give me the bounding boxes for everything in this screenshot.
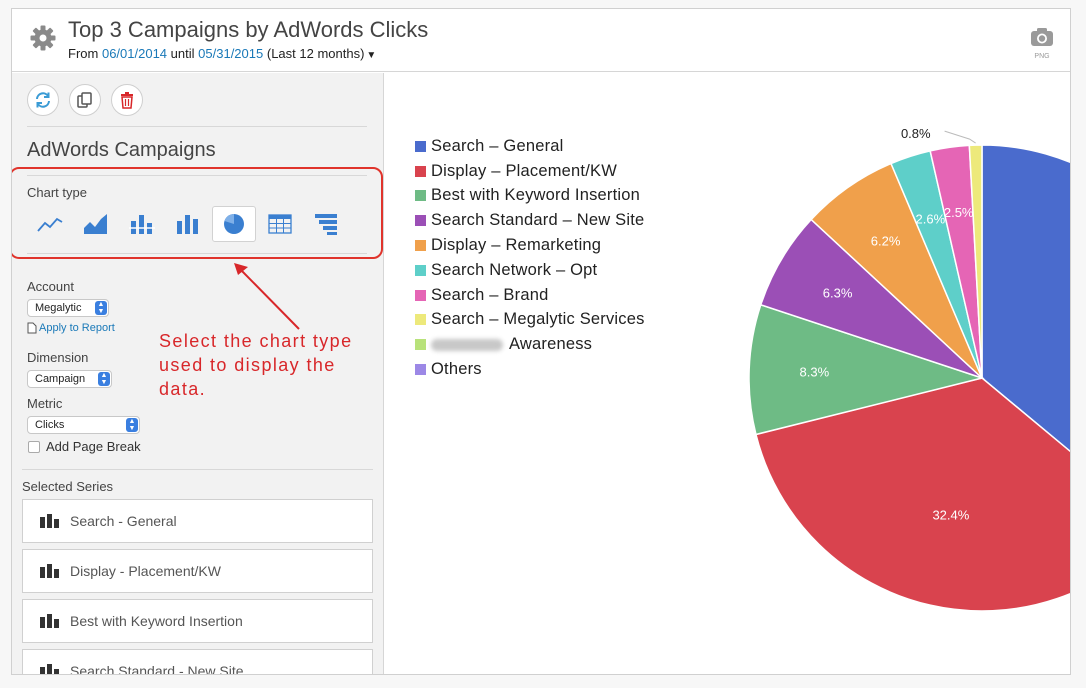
- dimension-select[interactable]: Campaign ▲ ▼: [27, 370, 112, 388]
- trash-icon: [121, 92, 133, 109]
- slice-label: 2.6%: [916, 211, 946, 226]
- slice-label: 8.3%: [800, 365, 830, 380]
- slice-label: 2.5%: [944, 205, 974, 220]
- bar-chart-icon: [40, 664, 59, 674]
- annotation-text: Select the chart type used to display th…: [159, 331, 353, 399]
- report-widget: Top 3 Campaigns by AdWords Clicks From 0…: [11, 8, 1071, 675]
- apply-to-report-label: Apply to Report: [39, 322, 115, 334]
- gear-icon[interactable]: [30, 25, 56, 51]
- account-value: Megalytic: [35, 302, 82, 314]
- delete-button[interactable]: [111, 84, 143, 116]
- slice-label: 6.3%: [823, 286, 853, 301]
- series-name: Best with Keyword Insertion: [70, 613, 243, 629]
- png-caption: PNG: [1034, 53, 1050, 60]
- bar-chart-icon: [40, 564, 59, 578]
- section-title: AdWords Campaigns: [27, 139, 216, 161]
- bar-chart-icon: [40, 514, 59, 528]
- metric-value: Clicks: [35, 419, 65, 431]
- account-select[interactable]: Megalytic ▲ ▼: [27, 299, 109, 317]
- divider: [27, 126, 367, 127]
- start-date-link[interactable]: 06/01/2014: [102, 46, 167, 61]
- divider: [22, 469, 373, 470]
- document-icon: [27, 322, 37, 334]
- page-break-checkbox[interactable]: [28, 441, 40, 453]
- page-break-label: Add Page Break: [46, 439, 141, 454]
- series-item[interactable]: Search - General: [22, 499, 373, 543]
- apply-to-report-link[interactable]: Apply to Report: [27, 322, 115, 334]
- dimension-value: Campaign: [35, 373, 86, 385]
- caret-down-icon[interactable]: ▼: [366, 50, 376, 61]
- slice-label: 32.4%: [932, 507, 969, 522]
- until-label: until: [170, 46, 195, 61]
- refresh-button[interactable]: [27, 84, 59, 116]
- series-item[interactable]: Display - Placement/KW: [22, 549, 373, 593]
- series-name: Search Standard - New Site: [70, 663, 244, 675]
- range-note: (Last 12 months): [266, 46, 365, 61]
- chart-type-highlight: [12, 167, 383, 259]
- slice-label: 6.2%: [871, 234, 901, 249]
- dimension-label: Dimension: [27, 350, 89, 365]
- duplicate-button[interactable]: [69, 84, 101, 116]
- export-png-button[interactable]: PNG: [1029, 27, 1055, 60]
- select-arrows-icon: ▲ ▼: [98, 372, 110, 386]
- metric-select[interactable]: Clicks ▲ ▼: [27, 416, 140, 434]
- series-item[interactable]: Search Standard - New Site: [22, 649, 373, 675]
- camera-icon: [1031, 28, 1053, 46]
- chart-area: Search – General Display – Placement/KW Be…: [385, 73, 1070, 674]
- widget-header: Top 3 Campaigns by AdWords Clicks From 0…: [12, 9, 1070, 72]
- series-name: Search - General: [70, 513, 177, 529]
- from-label: From: [68, 46, 99, 61]
- pie-chart: 32.4% 8.3% 6.3% 6.2% 2.6%2.5% 0.8%: [748, 126, 1070, 612]
- account-label: Account: [27, 279, 74, 294]
- select-arrows-icon: ▲ ▼: [95, 301, 107, 315]
- refresh-icon: [36, 92, 50, 108]
- series-item[interactable]: Best with Keyword Insertion: [22, 599, 373, 643]
- metric-label: Metric: [27, 396, 63, 411]
- date-range[interactable]: From 06/01/2014 until 05/31/2015 (Last 1…: [68, 46, 376, 61]
- slice-label: 0.8%: [901, 126, 931, 141]
- duplicate-icon: [77, 92, 92, 108]
- widget-title: Top 3 Campaigns by AdWords Clicks: [68, 17, 429, 42]
- selected-series-label: Selected Series: [22, 479, 114, 494]
- bar-chart-icon: [40, 614, 59, 628]
- series-name: Display - Placement/KW: [70, 563, 221, 579]
- slice-label-connector: [944, 130, 976, 144]
- select-arrows-icon: ▲ ▼: [126, 418, 138, 432]
- end-date-link[interactable]: 05/31/2015: [198, 46, 263, 61]
- settings-panel: AdWords Campaigns Chart type Account Meg…: [12, 73, 384, 675]
